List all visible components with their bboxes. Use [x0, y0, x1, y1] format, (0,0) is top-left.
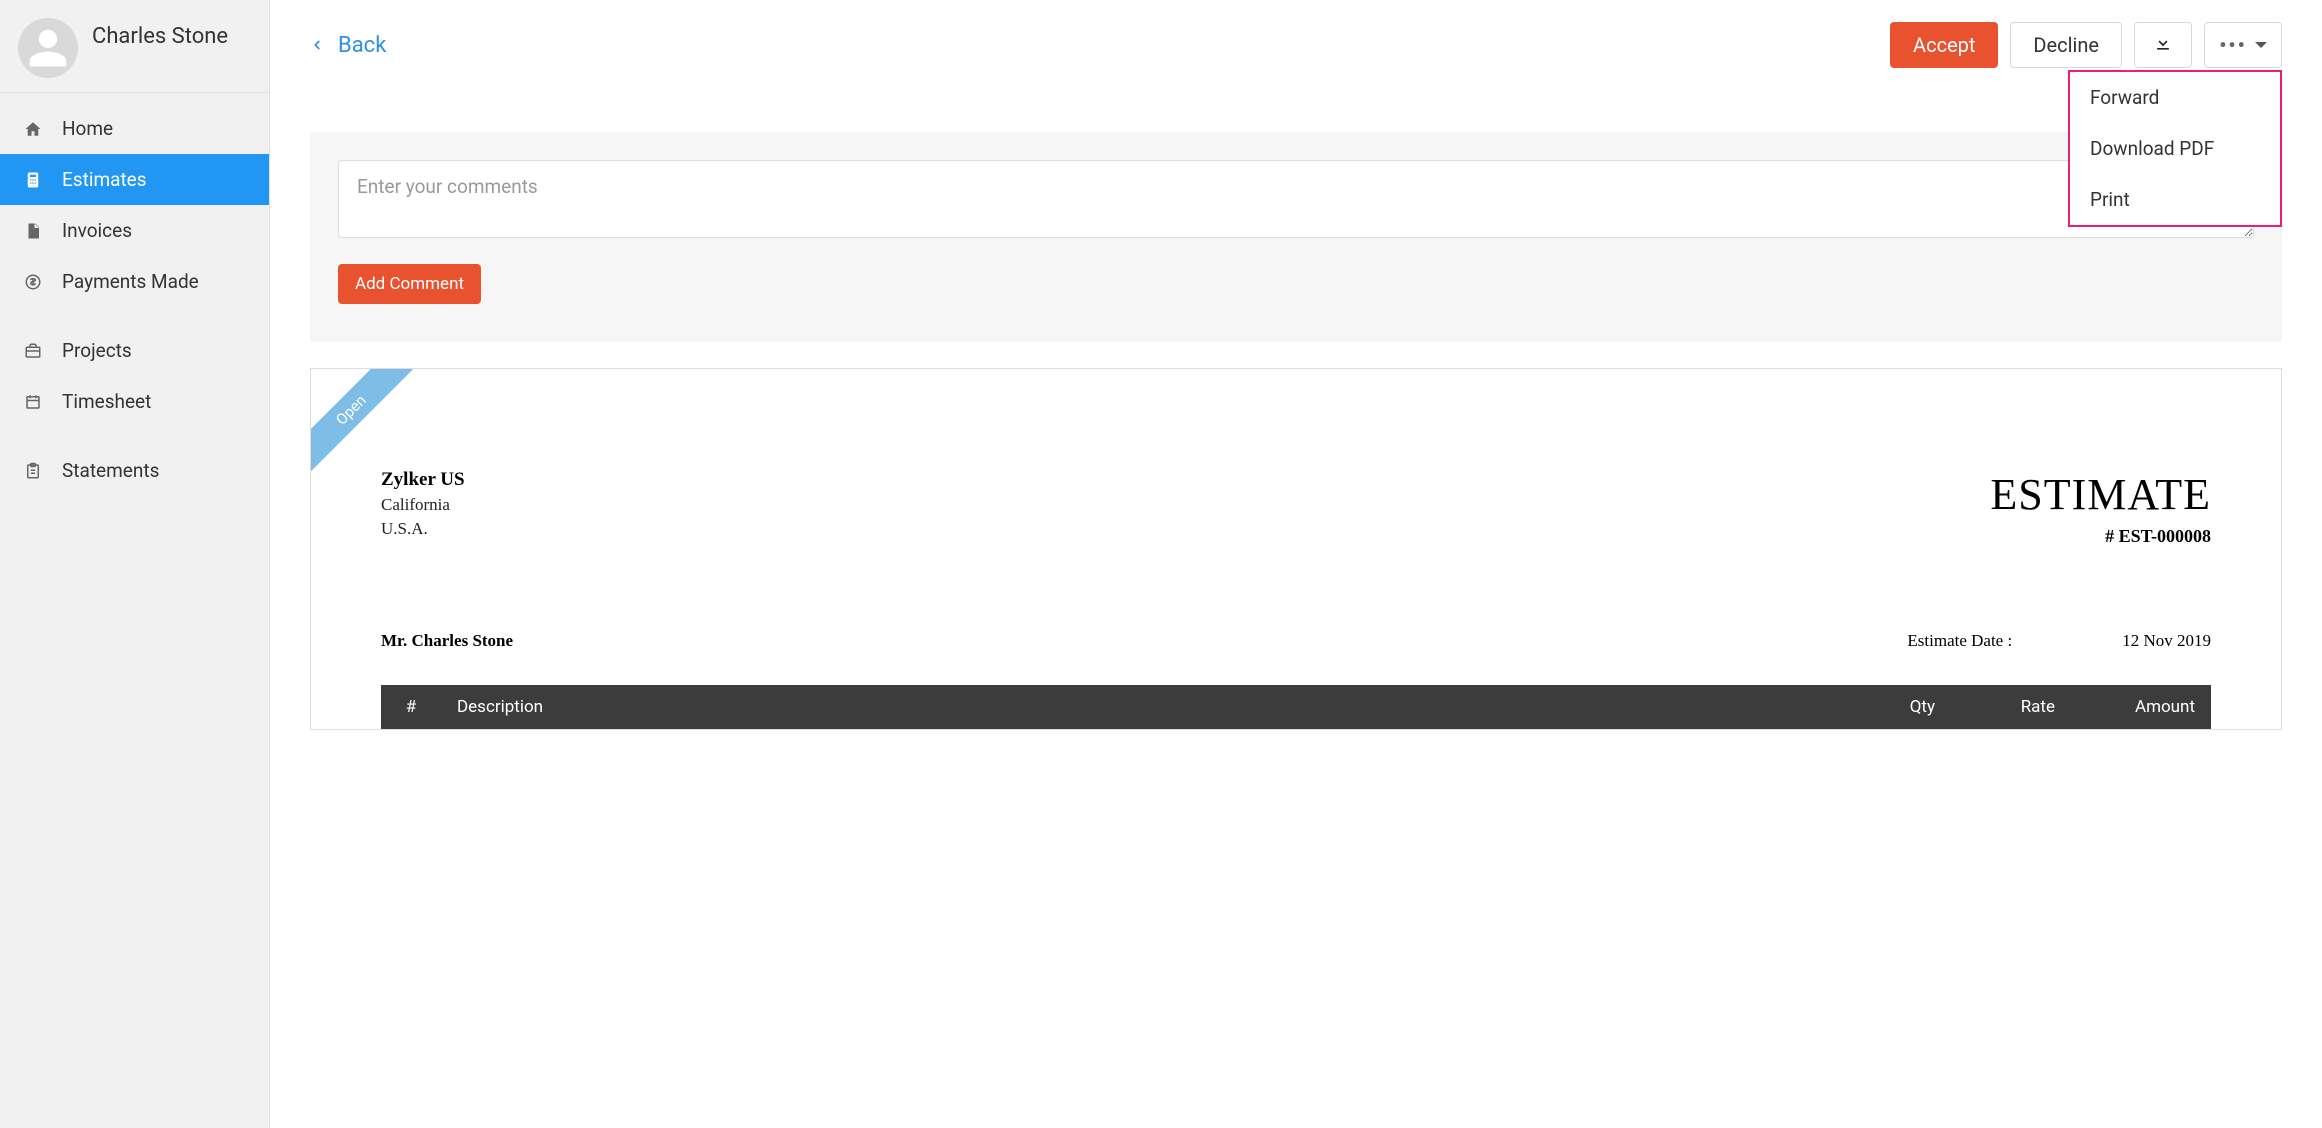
decline-label: Decline — [2033, 33, 2099, 57]
company-line1: California — [381, 495, 465, 515]
accept-button[interactable]: Accept — [1890, 22, 1998, 68]
topbar: Back Accept Decline ••• — [270, 0, 2322, 92]
back-link[interactable]: Back — [310, 33, 386, 58]
status-ribbon: Open — [310, 368, 425, 484]
estimate-date-label: Estimate Date : — [1907, 631, 2012, 651]
avatar — [18, 18, 78, 78]
col-num: # — [381, 685, 441, 729]
profile-block: Charles Stone — [0, 0, 269, 93]
col-amount: Amount — [2071, 685, 2211, 729]
chevron-left-icon — [310, 35, 324, 55]
timesheet-icon — [20, 393, 46, 411]
sidebar-item-payments[interactable]: Payments Made — [0, 256, 269, 307]
accept-label: Accept — [1913, 33, 1975, 57]
dropdown-item-print[interactable]: Print — [2070, 174, 2280, 225]
download-button[interactable] — [2134, 22, 2192, 68]
sidebar-item-estimates[interactable]: Estimates — [0, 154, 269, 205]
dropdown-item-download-pdf[interactable]: Download PDF — [2070, 123, 2280, 174]
sidebar: Charles Stone Home Estimates Invoi — [0, 0, 270, 1128]
more-icon: ••• — [2219, 33, 2247, 57]
back-label: Back — [338, 33, 386, 58]
calculator-icon — [20, 171, 46, 189]
line-items-table: # Description Qty Rate Amount — [381, 685, 2211, 729]
chevron-down-icon — [2255, 42, 2267, 48]
more-menu-button[interactable]: ••• — [2204, 22, 2282, 68]
estimate-date-row: Estimate Date : 12 Nov 2019 — [1907, 631, 2211, 651]
sidebar-item-label: Timesheet — [62, 390, 151, 413]
doc-title-block: ESTIMATE # EST-000008 — [1990, 469, 2211, 547]
sidebar-item-projects[interactable]: Projects — [0, 325, 269, 376]
company-name: Zylker US — [381, 469, 465, 491]
estimate-document: Open Zylker US California U.S.A. ESTIMAT… — [310, 368, 2282, 730]
sidebar-item-label: Projects — [62, 339, 132, 362]
home-icon — [20, 120, 46, 138]
main-content: Back Accept Decline ••• — [270, 0, 2322, 1128]
download-icon — [2153, 33, 2173, 58]
company-block: Zylker US California U.S.A. — [381, 469, 465, 539]
col-rate: Rate — [1951, 685, 2071, 729]
comment-section: Add Comment — [310, 132, 2282, 342]
decline-button[interactable]: Decline — [2010, 22, 2122, 68]
sidebar-item-statements[interactable]: Statements — [0, 445, 269, 496]
document-number: # EST-000008 — [1990, 526, 2211, 547]
col-description: Description — [441, 685, 1831, 729]
dropdown-item-forward[interactable]: Forward — [2070, 72, 2280, 123]
document-icon — [20, 222, 46, 240]
top-actions: Accept Decline ••• — [1890, 22, 2282, 68]
dollar-circle-icon — [20, 273, 46, 291]
more-dropdown: Forward Download PDF Print — [2068, 70, 2282, 227]
estimate-date-value: 12 Nov 2019 — [2122, 631, 2211, 651]
bill-to: Mr. Charles Stone — [381, 631, 513, 651]
document-title: ESTIMATE — [1990, 469, 2211, 520]
sidebar-item-timesheet[interactable]: Timesheet — [0, 376, 269, 427]
sidebar-item-invoices[interactable]: Invoices — [0, 205, 269, 256]
sidebar-item-home[interactable]: Home — [0, 103, 269, 154]
clipboard-icon — [20, 462, 46, 480]
col-qty: Qty — [1831, 685, 1951, 729]
sidebar-item-label: Invoices — [62, 219, 132, 242]
sidebar-item-label: Estimates — [62, 168, 147, 191]
briefcase-icon — [20, 342, 46, 360]
profile-name: Charles Stone — [92, 24, 228, 49]
sidebar-item-label: Home — [62, 117, 113, 140]
comment-input[interactable] — [338, 160, 2254, 238]
sidebar-item-label: Payments Made — [62, 270, 199, 293]
sidebar-nav: Home Estimates Invoices Payments Made — [0, 93, 269, 496]
sidebar-item-label: Statements — [62, 459, 159, 482]
add-comment-button[interactable]: Add Comment — [338, 264, 481, 304]
add-comment-label: Add Comment — [355, 274, 464, 294]
company-line2: U.S.A. — [381, 519, 465, 539]
